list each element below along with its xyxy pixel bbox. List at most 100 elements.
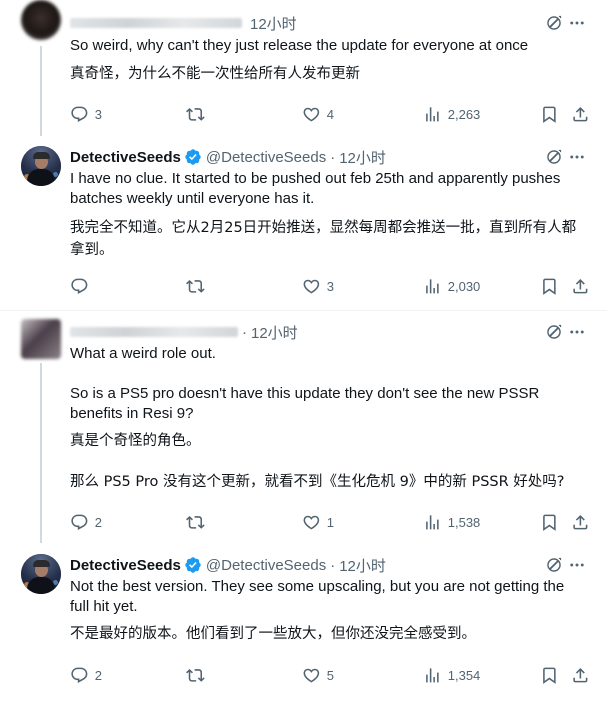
views-icon (423, 513, 442, 532)
redacted-author (70, 18, 242, 28)
tweet-text: Not the best version. They see some upsc… (70, 578, 565, 615)
like-button[interactable]: 1 (302, 513, 334, 532)
share-button[interactable] (571, 666, 590, 685)
share-button[interactable] (571, 105, 590, 124)
author-handle[interactable]: @DetectiveSeeds (206, 149, 326, 166)
like-count: 4 (326, 106, 334, 122)
tweet-translation: 不是最好的版本。他们看到了一些放大，但你还没完全感受到。 (70, 626, 476, 642)
grok-icon[interactable] (545, 556, 563, 574)
views-button[interactable]: 2,263 (423, 105, 480, 124)
redacted-author (70, 327, 238, 337)
bookmark-button[interactable] (540, 277, 559, 296)
tweet-translation: 真奇怪，为什么不能一次性给所有人发布更新 (70, 66, 360, 82)
heart-icon (302, 513, 321, 532)
tweet-header: DetectiveSeeds @DetectiveSeeds · 12小时 (70, 146, 607, 168)
tweet-1[interactable]: 12小时 So weird, why can't they just relea… (0, 0, 607, 136)
retweet-icon (186, 105, 205, 124)
avatar[interactable] (21, 319, 61, 359)
tweet-text: So weird, why can't they just release th… (70, 37, 529, 54)
more-icon[interactable] (568, 323, 586, 341)
views-button[interactable]: 2,030 (423, 277, 480, 296)
like-button[interactable]: 4 (302, 105, 334, 124)
like-count: 5 (326, 667, 334, 683)
share-icon (571, 277, 590, 296)
heart-icon (302, 105, 321, 124)
views-button[interactable]: 1,354 (423, 666, 480, 685)
tweet-header: 12小时 (70, 12, 607, 34)
share-icon (571, 666, 590, 685)
tweet-header: · 12小时 (70, 321, 607, 343)
bookmark-icon (540, 666, 559, 685)
timestamp[interactable]: 12小时 (251, 322, 298, 343)
timestamp[interactable]: 12小时 (339, 147, 386, 168)
verified-badge-icon (184, 556, 202, 574)
tweet-translation: 我完全不知道。它从2月25日开始推送，显然每周都会推送一批，直到所有人都拿到。 (70, 220, 577, 258)
view-count: 2,263 (447, 106, 481, 122)
reply-button[interactable] (70, 277, 89, 296)
bookmark-button[interactable] (540, 513, 559, 532)
author-handle[interactable]: @DetectiveSeeds (206, 557, 326, 574)
separator-dot: · (330, 148, 336, 166)
view-count: 2,030 (447, 278, 481, 294)
reply-button[interactable]: 3 (70, 105, 102, 124)
more-icon[interactable] (568, 556, 586, 574)
share-button[interactable] (571, 277, 590, 296)
timestamp[interactable]: 12小时 (339, 555, 386, 576)
bookmark-button[interactable] (540, 666, 559, 685)
action-bar: 2 1 1,538 (70, 513, 607, 533)
more-icon[interactable] (568, 148, 586, 166)
bookmark-icon (540, 105, 559, 124)
grok-icon[interactable] (545, 14, 563, 32)
more-icon[interactable] (568, 14, 586, 32)
timestamp[interactable]: 12小时 (250, 13, 297, 34)
author-name[interactable]: DetectiveSeeds (70, 557, 181, 574)
separator-dot: · (330, 556, 336, 574)
bookmark-button[interactable] (540, 105, 559, 124)
reply-count: 2 (94, 667, 102, 683)
heart-icon (302, 666, 321, 685)
action-bar: 3 2,030 (70, 277, 607, 297)
tweet-translation-line-1: 真是个奇怪的角色。 (70, 433, 201, 449)
reply-count: 2 (94, 514, 102, 530)
views-icon (423, 277, 442, 296)
like-button[interactable]: 3 (302, 277, 334, 296)
share-button[interactable] (571, 513, 590, 532)
avatar[interactable] (21, 146, 61, 186)
share-icon (571, 513, 590, 532)
retweet-icon (186, 513, 205, 532)
grok-icon[interactable] (545, 323, 563, 341)
heart-icon (302, 277, 321, 296)
grok-icon[interactable] (545, 148, 563, 166)
retweet-button[interactable] (186, 105, 205, 124)
views-button[interactable]: 1,538 (423, 513, 480, 532)
tweet-2[interactable]: DetectiveSeeds @DetectiveSeeds · 12小时 I … (0, 136, 607, 310)
retweet-icon (186, 666, 205, 685)
retweet-button[interactable] (186, 666, 205, 685)
bookmark-icon (540, 277, 559, 296)
verified-badge-icon (184, 148, 202, 166)
retweet-button[interactable] (186, 513, 205, 532)
avatar[interactable] (21, 0, 61, 40)
like-button[interactable]: 5 (302, 666, 334, 685)
bookmark-icon (540, 513, 559, 532)
reply-icon (70, 105, 89, 124)
avatar[interactable] (21, 554, 61, 594)
views-icon (423, 666, 442, 685)
author-name[interactable]: DetectiveSeeds (70, 149, 181, 166)
reply-icon (70, 513, 89, 532)
views-icon (423, 105, 442, 124)
retweet-button[interactable] (186, 277, 205, 296)
retweet-icon (186, 277, 205, 296)
reply-button[interactable]: 2 (70, 513, 102, 532)
reply-button[interactable]: 2 (70, 666, 102, 685)
tweet-3[interactable]: · 12小时 What a weird role out. So is a PS… (0, 310, 607, 543)
thread-line (40, 363, 42, 543)
thread-line (40, 46, 42, 136)
action-bar: 2 5 1,354 (70, 666, 607, 686)
tweet-4[interactable]: DetectiveSeeds @DetectiveSeeds · 12小时 No… (0, 542, 607, 701)
like-count: 3 (326, 278, 334, 294)
like-count: 1 (326, 514, 334, 530)
reply-icon (70, 666, 89, 685)
reply-count: 3 (94, 106, 102, 122)
action-bar: 3 4 2,263 (70, 105, 607, 125)
